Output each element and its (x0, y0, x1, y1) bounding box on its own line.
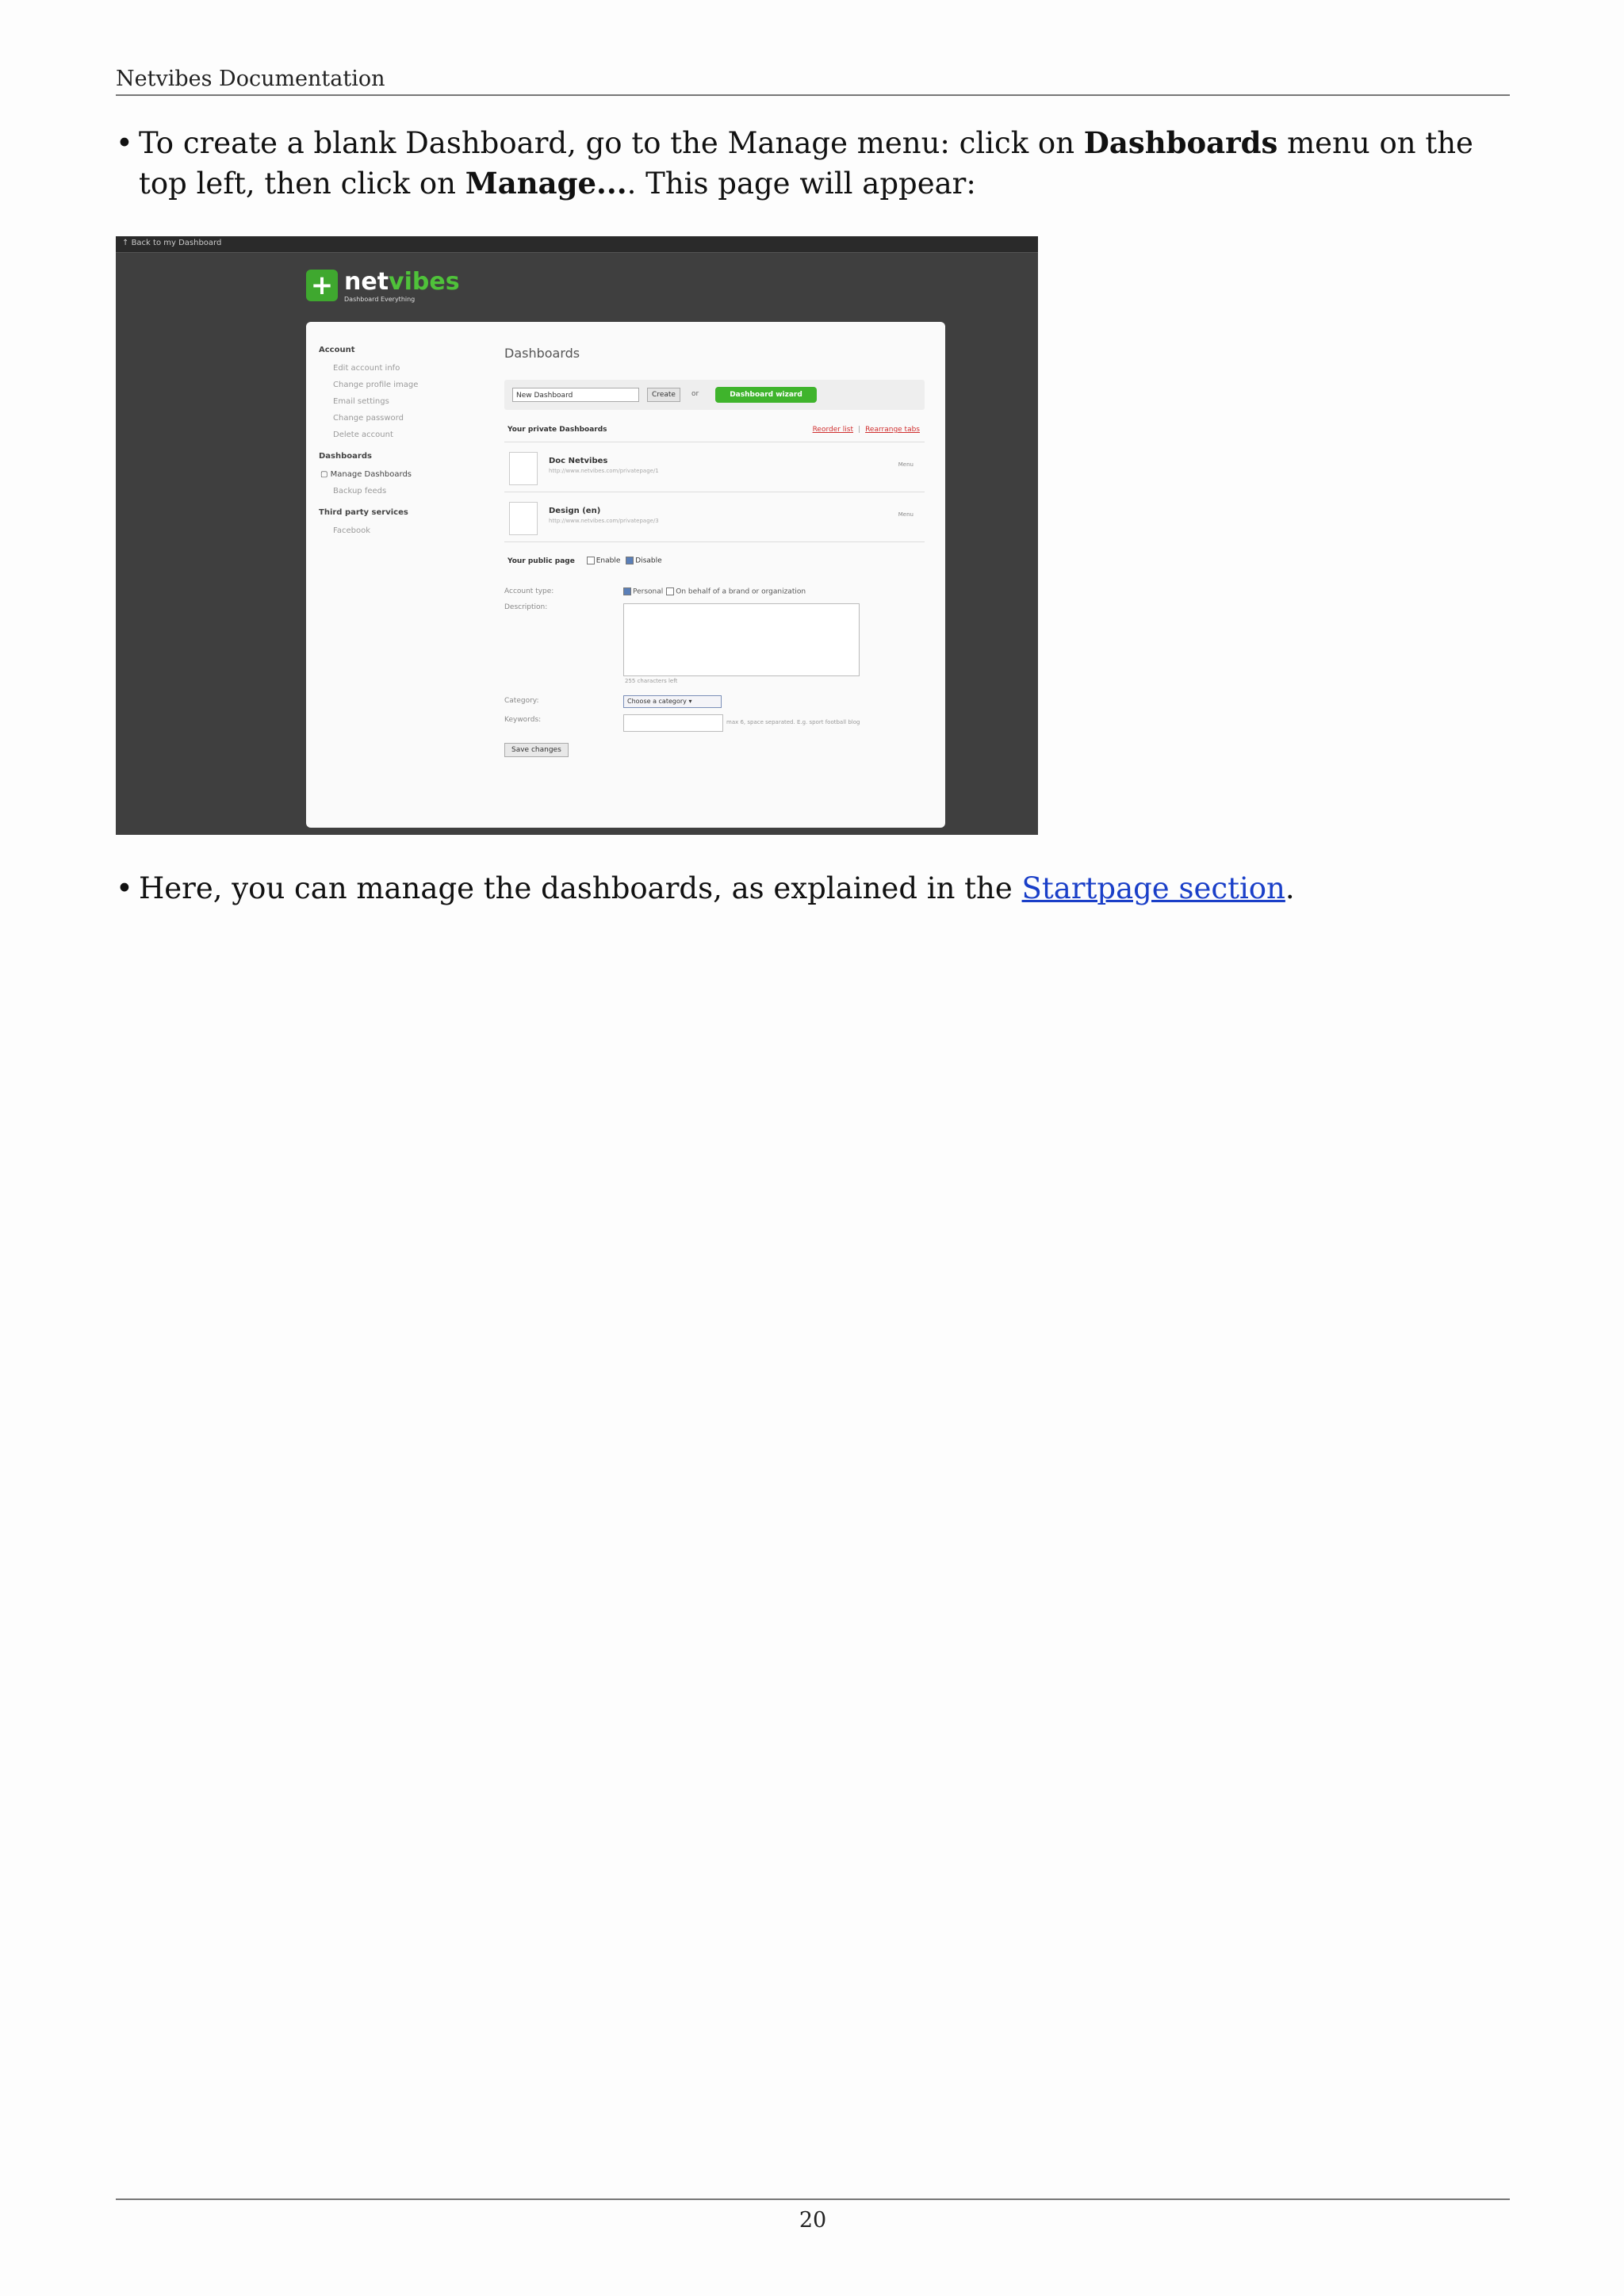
create-button[interactable]: Create (647, 388, 680, 402)
account-type-label: Account type: (504, 587, 554, 595)
manage-dashboards-screenshot: ↑ Back to my Dashboard + netvibes Dashbo… (116, 236, 1038, 835)
screenshot-topbar: ↑ Back to my Dashboard (116, 236, 1038, 253)
dashboards-main: Dashboards New Dashboard Create or Dashb… (504, 346, 925, 757)
sidebar-item-facebook[interactable]: Facebook (333, 526, 477, 535)
dashboard-wizard-button[interactable]: Dashboard wizard (715, 387, 817, 403)
sidebar-item-delete-account[interactable]: Delete account (333, 430, 477, 439)
personal-radio[interactable] (623, 587, 631, 595)
create-dashboard-row: New Dashboard Create or Dashboard wizard (504, 380, 925, 410)
account-type-row: Account type: Personal On behalf of a bra… (504, 587, 806, 595)
manage-panel: Account Edit account info Change profile… (306, 322, 945, 828)
bullet-create-dashboard: • To create a blank Dashboard, go to the… (116, 123, 1510, 204)
keywords-label: Keywords: (504, 715, 542, 724)
description-label: Description: (504, 603, 548, 611)
public-page-label: Your public page (508, 557, 575, 565)
list-item[interactable]: Design (en) http://www.netvibes.com/priv… (504, 492, 925, 542)
sidebar-heading-account: Account (319, 346, 355, 354)
settings-sidebar: Account Edit account info Change profile… (319, 346, 477, 543)
startpage-section-link[interactable]: Startpage section (1022, 871, 1285, 905)
category-label: Category: (504, 696, 539, 705)
save-changes-button[interactable]: Save changes (504, 742, 569, 757)
sidebar-item-manage-dashboards[interactable]: ▢ Manage Dashboards (320, 470, 477, 479)
sidebar-heading-third-party: Third party services (319, 508, 408, 517)
plus-icon: + (306, 270, 338, 301)
manage-menu-mention: Manage... (465, 166, 627, 201)
dashboard-menu-button[interactable]: Menu (898, 461, 914, 468)
reorder-list-link[interactable]: Reorder list (813, 426, 853, 434)
category-row: Category: Choose a category ▾ (504, 695, 925, 716)
dashboard-name[interactable]: Design (en) (549, 507, 600, 515)
brand-radio[interactable] (666, 587, 675, 595)
bullet-dot: • (116, 126, 133, 160)
bullet-dot: • (116, 871, 133, 905)
bullet-manage-dashboards: • Here, you can manage the dashboards, a… (116, 868, 1510, 909)
keywords-input[interactable] (623, 714, 723, 732)
description-row: Description: 255 characters left (504, 603, 925, 697)
description-textarea[interactable] (623, 603, 860, 676)
sidebar-item-change-password[interactable]: Change password (333, 414, 477, 423)
dashboard-thumbnail-icon (509, 502, 538, 535)
logo-wordmark: netvibes (344, 268, 460, 296)
keywords-hint: max 6, space separated. E.g. sport footb… (726, 718, 860, 725)
dashboard-url: http://www.netvibes.com/privatepage/1 (549, 468, 659, 474)
category-select[interactable]: Choose a category ▾ (623, 695, 722, 708)
dashboards-menu-mention: Dashboards (1083, 125, 1278, 160)
characters-left: 255 characters left (625, 677, 678, 684)
dashboard-menu-button[interactable]: Menu (898, 511, 914, 518)
dashboard-thumbnail-icon (509, 452, 538, 485)
sidebar-item-email-settings[interactable]: Email settings (333, 397, 477, 406)
dashboard-url: http://www.netvibes.com/privatepage/3 (549, 518, 659, 524)
sidebar-item-profile-image[interactable]: Change profile image (333, 381, 477, 389)
private-dashboards-header: Your private Dashboards Reorder list | Rea… (504, 421, 925, 442)
or-label: or (691, 390, 699, 398)
keywords-row: Keywords: max 6, space separated. E.g. s… (504, 714, 925, 735)
page-header: Netvibes Documentation (116, 67, 1510, 96)
dashboard-icon: ▢ (320, 470, 331, 479)
sidebar-heading-dashboards: Dashboards (319, 452, 372, 461)
sidebar-item-backup-feeds[interactable]: Backup feeds (333, 487, 477, 496)
list-item[interactable]: Doc Netvibes http://www.netvibes.com/pri… (504, 442, 925, 492)
page-number: 20 (116, 2198, 1510, 2233)
public-page-row: Your public page Enable Disable (508, 557, 662, 565)
new-dashboard-input[interactable]: New Dashboard (512, 388, 639, 402)
dashboard-name[interactable]: Doc Netvibes (549, 457, 607, 465)
logo-tagline: Dashboard Everything (344, 296, 416, 303)
back-to-dashboard-link[interactable]: ↑ Back to my Dashboard (122, 239, 221, 247)
private-dashboards-heading: Your private Dashboards (508, 426, 607, 434)
rearrange-tabs-link[interactable]: Rearrange tabs (865, 426, 920, 434)
sidebar-item-edit-account[interactable]: Edit account info (333, 364, 477, 373)
disable-radio[interactable] (626, 557, 634, 564)
chevron-down-icon: ▾ (688, 697, 692, 705)
bullet-text: Here, you can manage the dashboards, as … (139, 871, 1295, 905)
bullet-text: To create a blank Dashboard, go to the M… (139, 125, 1473, 201)
enable-radio[interactable] (586, 557, 595, 564)
dashboards-title: Dashboards (504, 346, 580, 361)
